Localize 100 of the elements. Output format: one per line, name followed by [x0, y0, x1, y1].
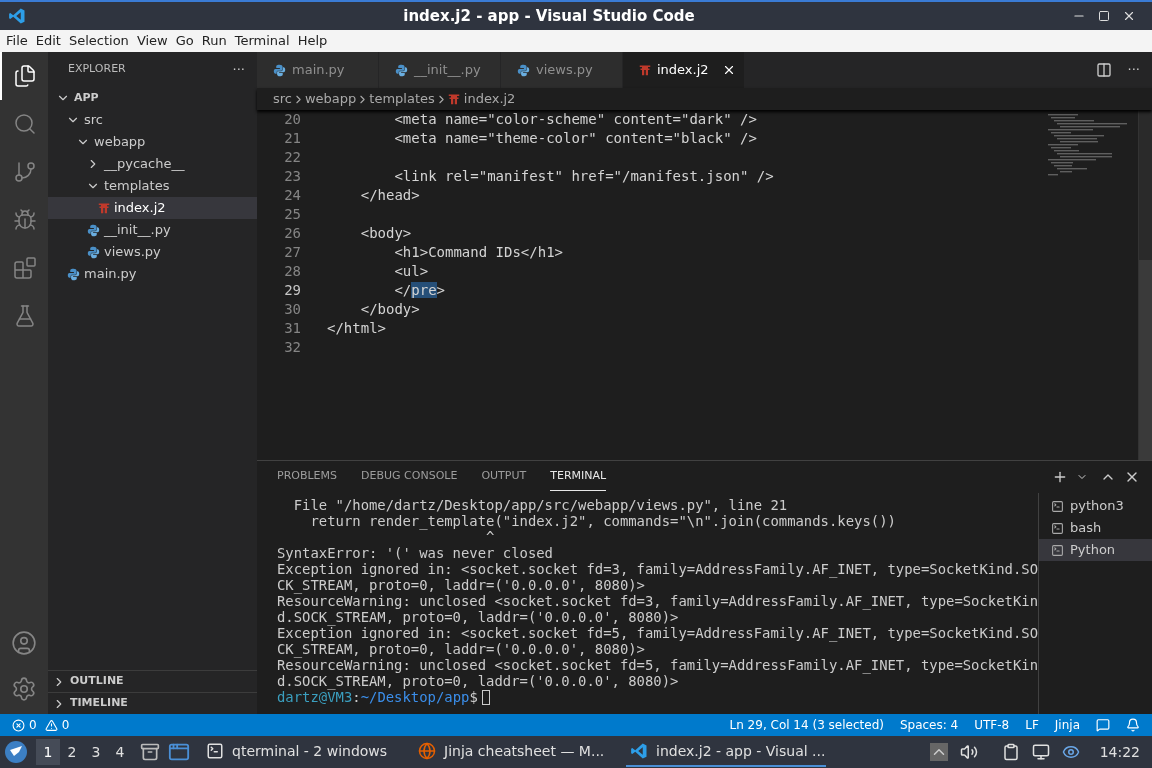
- breadcrumb-item[interactable]: src: [273, 89, 292, 109]
- menu-item[interactable]: View: [132, 31, 172, 51]
- terminal-icon: [1051, 521, 1065, 535]
- menu-item[interactable]: Go: [171, 31, 198, 51]
- scrollbar[interactable]: [1138, 110, 1152, 460]
- menu-item[interactable]: File: [2, 31, 32, 51]
- section-title: TIMELINE: [70, 695, 128, 712]
- jinja-file-icon: [639, 64, 651, 76]
- line-number: 26: [283, 224, 301, 243]
- breadcrumb-item[interactable]: webapp: [305, 89, 357, 109]
- editor-tab[interactable]: main.py: [257, 52, 379, 88]
- taskbar-app[interactable]: index.j2 - app - Visual ...: [626, 737, 826, 767]
- taskbar-app[interactable]: Jinja cheatsheet — M...: [414, 737, 614, 767]
- menu-item[interactable]: Run: [197, 31, 231, 51]
- terminal-list-item[interactable]: Python: [1039, 539, 1152, 561]
- editor-tab[interactable]: views.py: [501, 52, 623, 88]
- menu-item[interactable]: Edit: [31, 31, 65, 51]
- branch-icon: [13, 160, 37, 184]
- menu-item[interactable]: Help: [293, 31, 332, 51]
- prompt-symbol: $: [469, 689, 478, 705]
- terminal-line: d.SOCK_STREAM, proto=0, laddr=('0.0.0.0', 8080)>: [277, 673, 679, 689]
- blocks-icon: [13, 256, 37, 280]
- workspace-button[interactable]: 2: [60, 739, 84, 765]
- new-terminal-icon[interactable]: [1052, 469, 1068, 485]
- menu-item[interactable]: Terminal: [230, 31, 294, 51]
- search-icon: [13, 112, 37, 136]
- workspace-button[interactable]: 4: [108, 739, 132, 765]
- jinja-file-icon: [98, 202, 110, 214]
- taskbar-app[interactable]: qterminal - 2 windows: [202, 737, 402, 767]
- sidebar-title: EXPLORER: [68, 61, 126, 78]
- file-row[interactable]: index.j2: [48, 197, 257, 219]
- panel-tab[interactable]: OUTPUT: [481, 463, 527, 491]
- workspace-button[interactable]: 3: [84, 739, 108, 765]
- python-file-icon: [395, 63, 408, 77]
- folder-row[interactable]: templates: [48, 175, 257, 197]
- code-line: <meta name="color-scheme" content="dark" />: [393, 110, 757, 129]
- clock[interactable]: 14:22: [1099, 741, 1140, 763]
- settings-icon[interactable]: [11, 676, 37, 702]
- jinja-file-icon: [447, 93, 460, 105]
- vscode-logo-icon: [630, 742, 648, 760]
- panel-tab[interactable]: DEBUG CONSOLE: [361, 463, 458, 491]
- folder-row[interactable]: APP: [48, 87, 257, 109]
- python-file-icon: [273, 63, 286, 77]
- tree-label: __init__.py: [104, 221, 171, 240]
- terminal-list-item[interactable]: bash: [1039, 517, 1152, 539]
- eject-icon[interactable]: [929, 743, 948, 761]
- terminal-list-item[interactable]: python3: [1039, 495, 1152, 517]
- scrollbar-thumb[interactable]: [1139, 260, 1152, 460]
- close-icon[interactable]: [722, 63, 736, 77]
- start-menu-icon[interactable]: [4, 740, 28, 764]
- tree-label: __pycache__: [104, 155, 185, 174]
- file-row[interactable]: main.py: [48, 263, 257, 285]
- terminal-line: return render_template("index.j2", commands="\n".join(commands.keys()): [309, 513, 897, 529]
- editor-tab[interactable]: __init__.py: [379, 52, 501, 88]
- volume-icon[interactable]: [959, 743, 978, 761]
- prompt-separator: :: [352, 689, 361, 705]
- file-cabinet-icon[interactable]: [140, 742, 160, 762]
- folder-row[interactable]: webapp: [48, 131, 257, 153]
- close-icon[interactable]: [1122, 9, 1136, 23]
- code-line: </pre>: [393, 281, 446, 300]
- folder-row[interactable]: __pycache__: [48, 153, 257, 175]
- line-number: 30: [283, 300, 301, 319]
- editor-tab[interactable]: index.j2: [623, 52, 745, 88]
- file-row[interactable]: views.py: [48, 241, 257, 263]
- line-number: 22: [283, 148, 301, 167]
- terminal-icon: [206, 742, 224, 760]
- split-editor-icon[interactable]: [1095, 62, 1112, 78]
- terminal-icon: [1051, 543, 1065, 557]
- status-item[interactable]: UTF-8: [974, 716, 1010, 734]
- clipboard-icon[interactable]: [1001, 743, 1020, 761]
- tree-label: index.j2: [114, 199, 166, 218]
- workspace-button[interactable]: 1: [36, 739, 60, 765]
- maximize-icon[interactable]: [1098, 10, 1110, 22]
- breadcrumb-item[interactable]: templates: [369, 89, 435, 109]
- account-icon[interactable]: [11, 630, 37, 656]
- code-line: </body>: [359, 300, 420, 319]
- line-number: 25: [283, 205, 301, 224]
- status-item[interactable]: Jinja: [1054, 716, 1080, 734]
- more-actions-icon[interactable]: ···: [1127, 60, 1140, 80]
- window-icon[interactable]: [168, 741, 190, 763]
- bell-icon[interactable]: [1126, 718, 1140, 732]
- more-actions-button[interactable]: ···: [232, 59, 245, 80]
- python-file-icon: [87, 223, 100, 237]
- file-row[interactable]: __init__.py: [48, 219, 257, 241]
- terminal-line: d.SOCK_STREAM, proto=0, laddr=('0.0.0.0', 8080)>: [277, 609, 679, 625]
- breadcrumb-item[interactable]: index.j2: [447, 89, 516, 109]
- folder-row[interactable]: src: [48, 109, 257, 131]
- panel-tab[interactable]: TERMINAL: [550, 463, 607, 491]
- network-icon[interactable]: [1031, 743, 1050, 761]
- line-number: 32: [283, 338, 301, 357]
- status-item[interactable]: LF: [1025, 716, 1039, 734]
- warning-count[interactable]: 0: [61, 716, 70, 734]
- panel-tab[interactable]: PROBLEMS: [277, 463, 338, 491]
- tree-label: views.py: [104, 243, 161, 262]
- status-item[interactable]: Spaces: 4: [899, 716, 959, 734]
- menu-item[interactable]: Selection: [64, 31, 133, 51]
- error-count[interactable]: 0: [29, 716, 37, 734]
- section-header[interactable]: OUTLINE: [48, 670, 257, 692]
- feedback-icon[interactable]: [1096, 718, 1110, 732]
- status-item[interactable]: Ln 29, Col 14 (3 selected): [729, 716, 884, 734]
